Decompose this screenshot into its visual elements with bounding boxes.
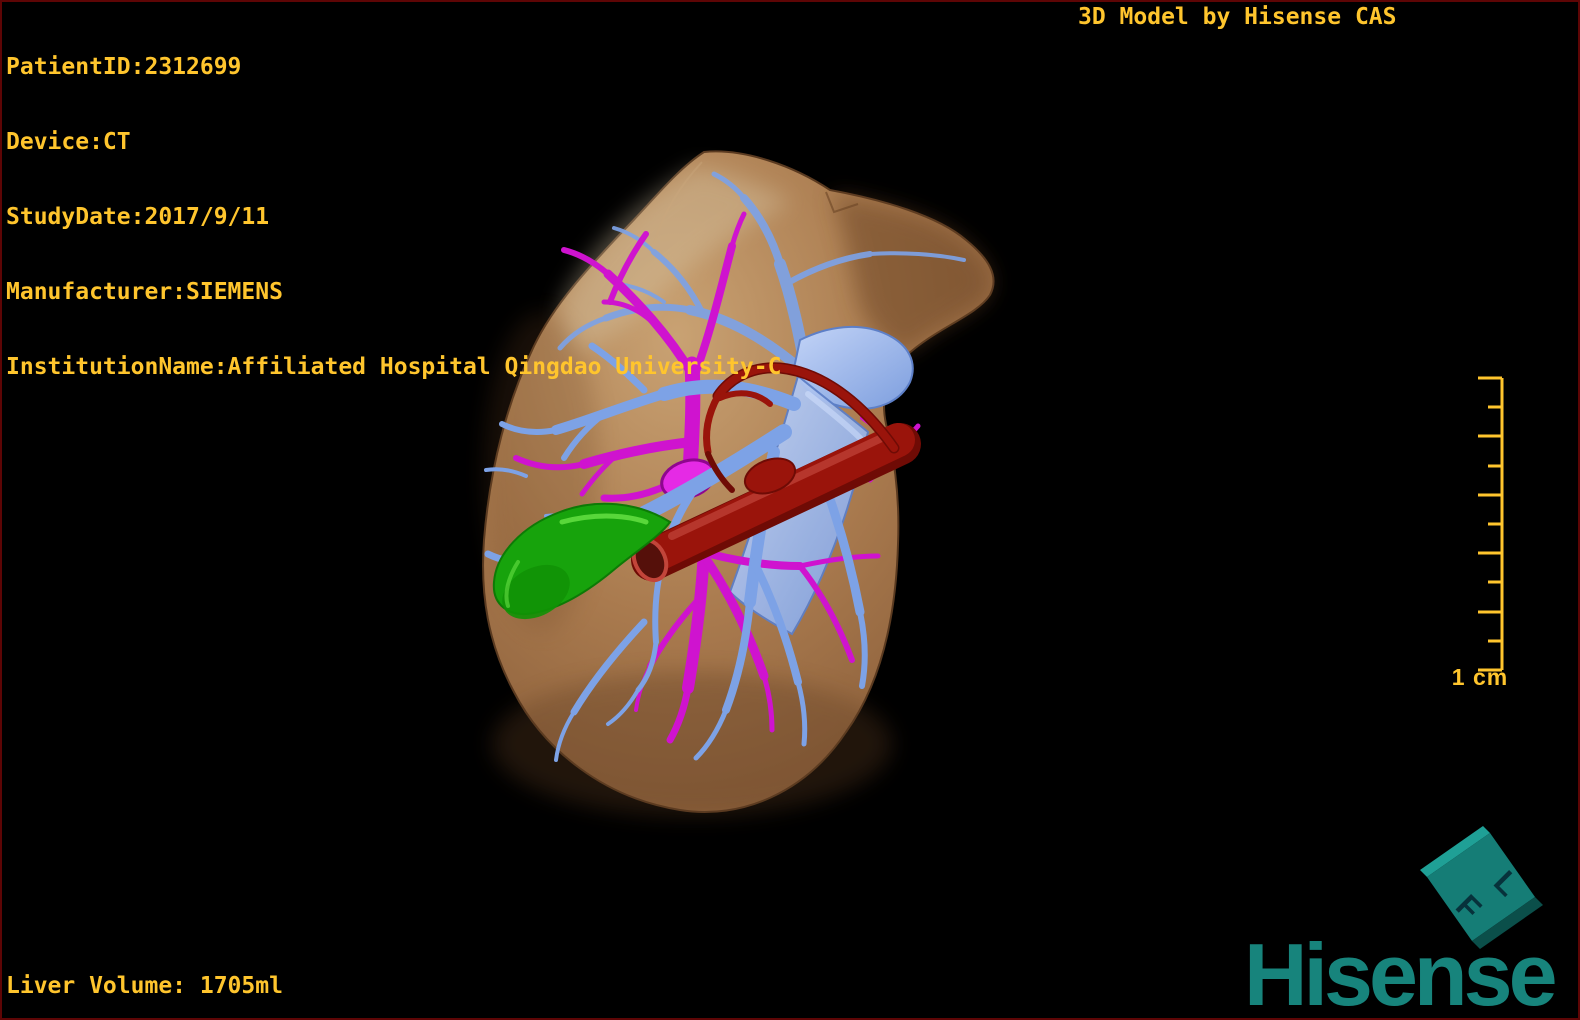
patient-id-line: PatientID:2312699 — [6, 54, 242, 80]
scale-bar — [1478, 376, 1504, 672]
watermark-text: 3D Model by Hisense CAS — [1078, 4, 1397, 30]
hisense-wordmark: Hisense — [1244, 925, 1558, 1020]
scale-bar-lines — [1478, 376, 1504, 672]
device-line: Device:CT — [6, 129, 131, 155]
liver-volume-label: Liver Volume: 1705ml — [6, 973, 283, 999]
scale-bar-label: 1 cm — [1451, 664, 1509, 690]
manufacturer-line: Manufacturer:SIEMENS — [6, 279, 283, 305]
viewer-window: PatientID:2312699 Device:CT StudyDate:20… — [0, 0, 1580, 1020]
liver-bottom-shade — [492, 672, 892, 816]
institution-line: InstitutionName:Affiliated Hospital Qing… — [6, 354, 782, 380]
patient-info-block: PatientID:2312699 Device:CT StudyDate:20… — [6, 5, 781, 430]
study-date-line: StudyDate:2017/9/11 — [6, 204, 270, 230]
